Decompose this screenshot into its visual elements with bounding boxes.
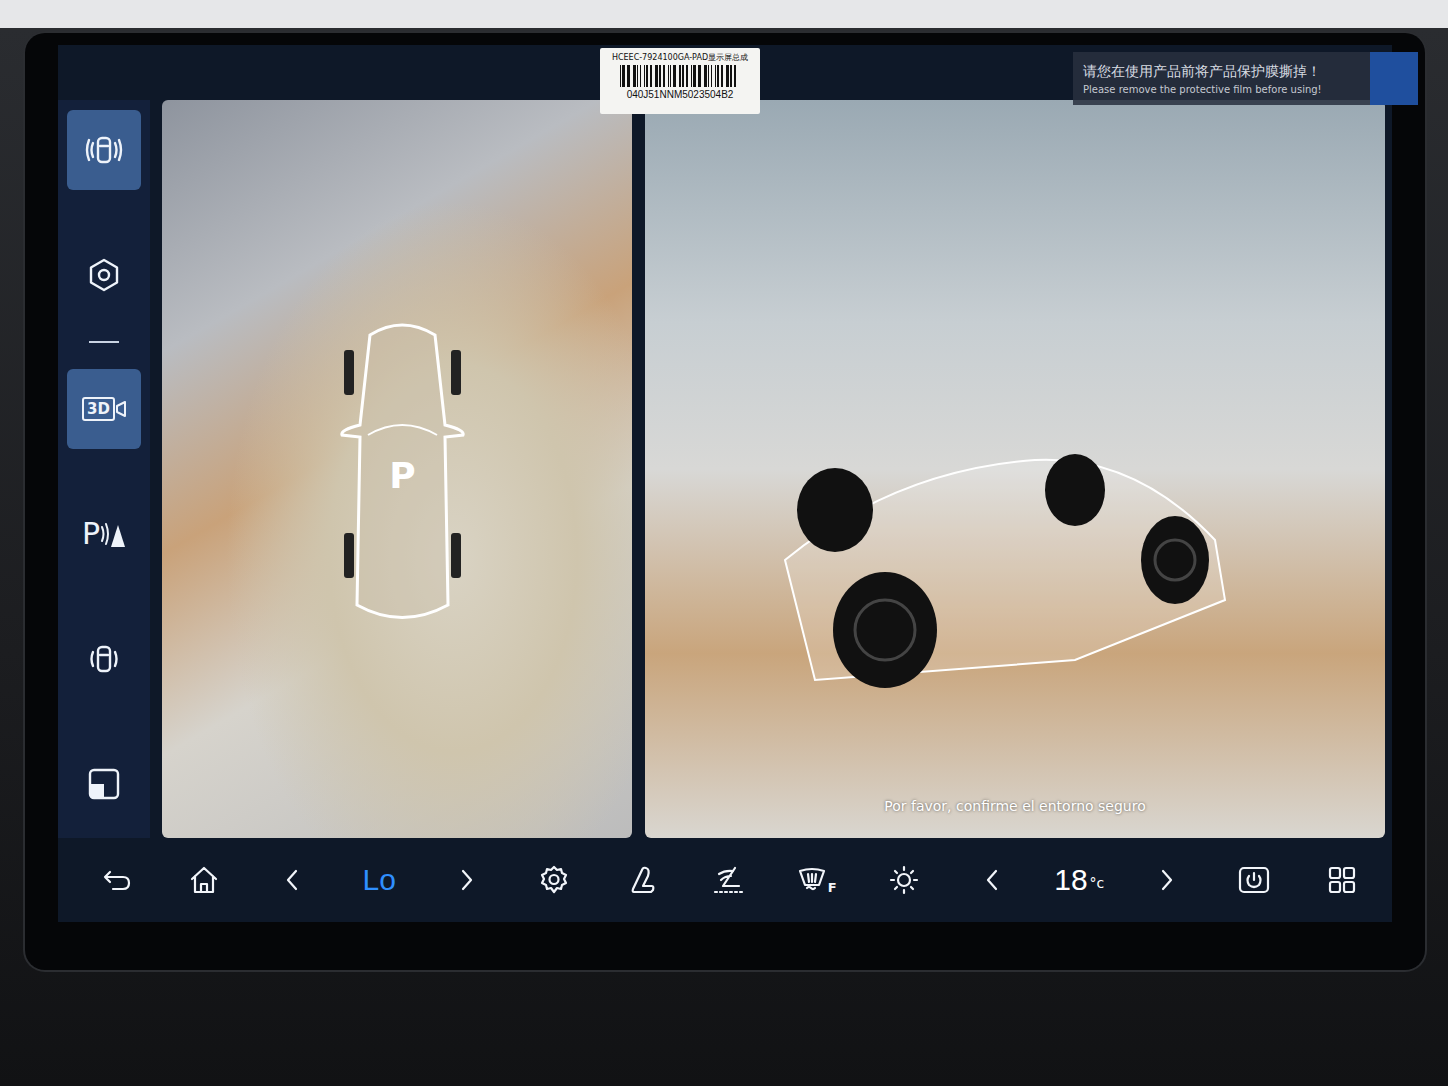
seat-ventilation-icon	[711, 864, 747, 896]
sidebar-item[interactable]: P	[67, 494, 141, 574]
temperature: 18°c	[1054, 863, 1104, 897]
bar-defrost-button[interactable]: F	[773, 865, 861, 895]
top-view-camera: P	[162, 100, 632, 838]
film-notice-zh: 请您在使用产品前将产品保护膜撕掉！	[1083, 63, 1364, 81]
back-icon	[101, 864, 133, 896]
parking-radar-icon: P	[82, 517, 126, 551]
bar-right-button[interactable]	[423, 868, 511, 892]
serial-number: 040J51NNM5023504B2	[627, 89, 734, 100]
gear-indicator: P	[389, 455, 415, 496]
bar-seat-button[interactable]	[598, 864, 686, 896]
brightness-icon	[888, 864, 920, 896]
apps-icon	[1327, 865, 1357, 895]
sidebar-item[interactable]	[67, 110, 141, 190]
sidebar-item[interactable]	[67, 744, 141, 824]
sidebar-divider	[89, 341, 119, 343]
camera-3d-label: 3D	[82, 397, 115, 421]
sidebar-item[interactable]	[67, 619, 141, 699]
vehicle-overlay: P	[340, 315, 465, 625]
car-sensor-icon	[85, 640, 123, 678]
split-view-icon	[87, 767, 121, 801]
temperature-unit: °c	[1090, 875, 1105, 891]
barcode-icon	[620, 65, 740, 87]
bottom-bar: Lo F 18°c	[58, 838, 1392, 922]
sidebar-item[interactable]: 3D	[67, 369, 141, 449]
bar-brightness-button[interactable]	[861, 864, 949, 896]
bar-power-button[interactable]	[1211, 864, 1299, 896]
sidebar: 3D P	[58, 100, 150, 838]
chevron-left-icon	[984, 868, 1000, 892]
fan-level: Lo	[363, 863, 396, 897]
chevron-left-icon	[284, 868, 300, 892]
temperature-value: 18	[1054, 863, 1087, 897]
chevron-right-icon	[1159, 868, 1175, 892]
screen: 3D P P Por favor, confirme el entorno segur…	[58, 45, 1392, 922]
bar-gear-button[interactable]	[511, 864, 599, 896]
bar-left-button[interactable]	[948, 868, 1036, 892]
barcode-sticker: HCEEC-7924100GA-PAD显示屏总成 040J51NNM5023504…	[600, 48, 760, 114]
3d-view-camera[interactable]: Por favor, confirme el entorno seguro	[645, 100, 1385, 838]
defrost-icon: F	[797, 865, 837, 895]
vehicle-3d-icon	[775, 400, 1235, 740]
camera-3d-icon: 3D	[82, 397, 126, 421]
bar-temp-button[interactable]: 18°c	[1036, 863, 1124, 897]
bar-apps-button[interactable]	[1298, 865, 1386, 895]
sidebar-item[interactable]	[67, 235, 141, 315]
bar-recline-button[interactable]	[686, 864, 774, 896]
dashboard: 3D P P Por favor, confirme el entorno segur…	[0, 0, 1448, 1086]
seat-icon	[626, 864, 658, 896]
film-notice-en: Please remove the protective film before…	[1083, 84, 1364, 95]
bar-home-button[interactable]	[161, 864, 249, 896]
bar-left-button[interactable]	[248, 868, 336, 892]
hexagon-icon	[85, 256, 123, 294]
surround-view-icon	[85, 131, 123, 169]
bar-right-button[interactable]	[1123, 868, 1211, 892]
protective-film-label: 请您在使用产品前将产品保护膜撕掉！ Please remove the prote…	[1073, 52, 1418, 105]
power-icon	[1237, 864, 1271, 896]
home-icon	[188, 864, 220, 896]
film-tab	[1370, 52, 1418, 105]
parking-radar-label: P	[82, 517, 100, 551]
bar-value-button[interactable]: Lo	[336, 863, 424, 897]
chevron-right-icon	[459, 868, 475, 892]
camera-views: P Por favor, confirme el entorno seguro	[162, 45, 1392, 838]
gear-icon	[538, 864, 570, 896]
bar-back-button[interactable]	[73, 864, 161, 896]
display-bezel: 3D P P Por favor, confirme el entorno segur…	[25, 33, 1425, 970]
part-number: HCEEC-7924100GA-PAD显示屏总成	[612, 52, 748, 63]
safety-prompt: Por favor, confirme el entorno seguro	[878, 796, 1151, 816]
defrost-label: F	[828, 880, 837, 895]
